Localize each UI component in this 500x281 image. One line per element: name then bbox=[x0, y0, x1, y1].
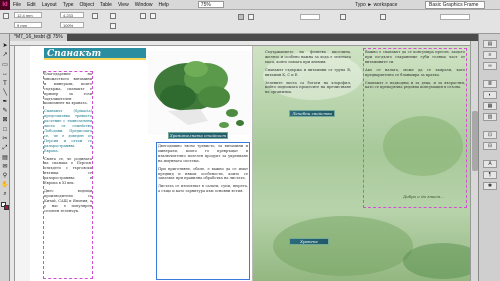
swatches-panel-icon[interactable]: ▦ bbox=[483, 102, 497, 110]
height-field[interactable]: 100% bbox=[60, 22, 84, 28]
stroke-panel-icon[interactable]: ≣ bbox=[483, 80, 497, 88]
eyedropper-tool-icon[interactable]: ⚲ bbox=[1, 172, 9, 180]
stroke-weight-field[interactable] bbox=[300, 14, 320, 20]
direct-selection-tool-icon[interactable]: ↗ bbox=[1, 51, 9, 59]
layers-panel-icon[interactable]: ≡ bbox=[483, 51, 497, 59]
paragraph: Съдържанието на фолиева киселина, желязо… bbox=[265, 50, 351, 64]
workspace-switcher[interactable]: Typo ► workspace bbox=[355, 1, 417, 9]
panel-dock: ▤ ≡ ∞ ≣ ◐ ▦ ▥ ⊡ ⊟ A ¶ ✱ bbox=[478, 34, 500, 281]
text-frame-outline bbox=[363, 48, 467, 208]
paragraph-panel-icon[interactable]: ¶ bbox=[483, 171, 497, 179]
pages-panel-icon[interactable]: ▤ bbox=[483, 40, 497, 48]
menu-object[interactable]: Object bbox=[77, 2, 97, 8]
effects-icon[interactable] bbox=[380, 14, 386, 20]
caption-eating[interactable]: Хранене bbox=[289, 238, 329, 245]
tools-panel: ➤ ↗ ▭ ↔ T ╲ ✒ ✎ ⊠ □ ✂ ⤢ ▤ ✉ ⚲ ✋ ⌕ bbox=[0, 34, 10, 281]
gap-tool-icon[interactable]: ↔ bbox=[1, 70, 9, 78]
text-wrap-icon[interactable] bbox=[340, 14, 346, 20]
menu-type[interactable]: Type bbox=[60, 2, 77, 8]
x-position-field[interactable]: 12,4 mm bbox=[14, 12, 42, 18]
right-text-column-1[interactable]: Съдържанието на фолиева киселина, желязо… bbox=[265, 50, 351, 130]
menu-edit[interactable]: Edit bbox=[24, 2, 39, 8]
zoom-level-field[interactable]: 75% bbox=[197, 1, 224, 8]
pasteboard[interactable]: Спанакът Благодарение на множеството вит… bbox=[15, 46, 478, 281]
search-input[interactable]: Basic Graphics Frame bbox=[425, 1, 485, 9]
reference-point-icon[interactable] bbox=[3, 13, 9, 19]
caption-healing[interactable]: Лечебни свойства bbox=[289, 110, 335, 117]
gradient-panel-icon[interactable]: ▥ bbox=[483, 113, 497, 121]
paragraph: Зелените листа са богати на хлорофил, ко… bbox=[265, 80, 351, 95]
page-tool-icon[interactable]: ▭ bbox=[1, 61, 9, 69]
menu-view[interactable]: View bbox=[115, 2, 132, 8]
text-wrap-panel-icon[interactable]: ⊡ bbox=[483, 131, 497, 139]
document-tabs: *M7_16_tesbt @ 75% bbox=[10, 34, 480, 41]
shear-icon[interactable] bbox=[110, 23, 116, 29]
paragraph: Спанакът съдържа и витамини от група В, … bbox=[265, 67, 351, 77]
fill-swatch-icon[interactable] bbox=[238, 14, 244, 20]
menu-table[interactable]: Table bbox=[97, 2, 115, 8]
vertical-scrollbar[interactable] bbox=[470, 41, 478, 281]
hand-tool-icon[interactable]: ✋ bbox=[1, 181, 9, 189]
selection-tool-icon[interactable]: ➤ bbox=[1, 42, 9, 50]
free-transform-tool-icon[interactable]: ⤢ bbox=[1, 144, 9, 152]
opacity-field[interactable] bbox=[440, 14, 470, 20]
type-tool-icon[interactable]: T bbox=[1, 80, 9, 88]
pen-tool-icon[interactable]: ✒ bbox=[1, 98, 9, 106]
control-panel: 12,4 mm 9 mm 4,233 100% bbox=[0, 10, 500, 34]
selected-text-frame bbox=[156, 142, 250, 280]
line-tool-icon[interactable]: ╲ bbox=[1, 89, 9, 97]
styles-panel-icon[interactable]: ✱ bbox=[483, 182, 497, 190]
scissors-tool-icon[interactable]: ✂ bbox=[1, 135, 9, 143]
document-canvas[interactable]: Спанакът Благодарение на множеството вит… bbox=[10, 41, 478, 281]
link-proportions-icon[interactable] bbox=[92, 13, 98, 19]
flip-vertical-icon[interactable] bbox=[150, 13, 156, 19]
page-title: Спанакът bbox=[47, 49, 102, 59]
caption-nutrition[interactable]: Хранителната стойност bbox=[168, 132, 228, 139]
text-frame-outline bbox=[43, 71, 93, 279]
rectangle-frame-tool-icon[interactable]: ⊠ bbox=[1, 116, 9, 124]
rectangle-tool-icon[interactable]: □ bbox=[1, 126, 9, 134]
menu-window[interactable]: Window bbox=[132, 2, 156, 8]
width-field[interactable]: 4,233 bbox=[60, 12, 84, 18]
gradient-tool-icon[interactable]: ▤ bbox=[1, 154, 9, 162]
menu-file[interactable]: File bbox=[10, 2, 24, 8]
spinach-image[interactable] bbox=[148, 51, 251, 135]
y-position-field[interactable]: 9 mm bbox=[14, 22, 42, 28]
menu-layout[interactable]: Layout bbox=[39, 2, 60, 8]
note-tool-icon[interactable]: ✉ bbox=[1, 163, 9, 171]
flip-horizontal-icon[interactable] bbox=[140, 13, 146, 19]
align-panel-icon[interactable]: ⊟ bbox=[483, 142, 497, 150]
left-page[interactable]: Спанакът Благодарение на множеството вит… bbox=[30, 46, 252, 281]
character-panel-icon[interactable]: A bbox=[483, 160, 497, 168]
color-panel-icon[interactable]: ◐ bbox=[483, 91, 497, 99]
stroke-color-icon[interactable] bbox=[4, 205, 9, 210]
document-tab[interactable]: *M7_16_tesbt @ 75% bbox=[10, 34, 67, 41]
links-panel-icon[interactable]: ∞ bbox=[483, 62, 497, 70]
rotate-icon[interactable] bbox=[110, 13, 116, 19]
menu-help[interactable]: Help bbox=[156, 2, 172, 8]
app-logo: Id bbox=[0, 0, 10, 10]
stroke-swatch-icon[interactable] bbox=[248, 14, 254, 20]
title-banner[interactable]: Спанакът bbox=[44, 48, 146, 60]
pencil-tool-icon[interactable]: ✎ bbox=[1, 107, 9, 115]
zoom-tool-icon[interactable]: ⌕ bbox=[1, 190, 9, 198]
spinach-leaves-illustration bbox=[148, 51, 251, 135]
right-page[interactable]: Съдържанието на фолиева киселина, желязо… bbox=[252, 46, 476, 281]
